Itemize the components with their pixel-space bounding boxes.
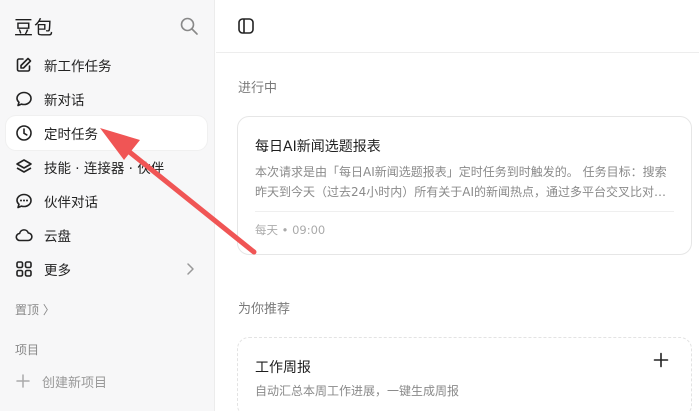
brand-logo-text: 豆包 [14, 17, 55, 39]
sidebar-nav: 新工作任务 新对话 定时任务 技能 · 连接器 · 伙伴 伙伴对话 云盘 更多 [0, 48, 215, 286]
scheduled-task-card[interactable]: 每日AI新闻选题报表 本次请求是由「每日AI新闻选题报表」定时任务到时触发的。 … [237, 116, 692, 255]
sidebar-item-label: 伙伴对话 [44, 195, 98, 211]
task-schedule: 每天 • 09:00 [255, 223, 326, 237]
sidebar-item-partner-chat[interactable]: 伙伴对话 [6, 184, 207, 218]
sidebar-item-cloud-drive[interactable]: 云盘 [6, 218, 207, 252]
search-button[interactable] [179, 16, 199, 36]
sidebar-item-label: 新对话 [44, 93, 85, 109]
recommend-title: 工作周报 [255, 360, 311, 376]
cloud-icon [14, 225, 34, 245]
layers-icon [14, 157, 34, 177]
sidebar-item-more[interactable]: 更多 [6, 252, 207, 286]
in-progress-heading: 进行中 [238, 81, 278, 96]
grid-icon [14, 259, 34, 279]
card-divider [255, 211, 674, 212]
pinned-section-toggle[interactable]: 置顶 〉 [15, 301, 55, 318]
recommend-description: 自动汇总本周工作进展，一键生成周报 [255, 384, 460, 398]
brand-row: 豆包 [0, 0, 215, 50]
task-title: 每日AI新闻选题报表 [255, 139, 381, 155]
sidebar-item-new-task[interactable]: 新工作任务 [6, 48, 207, 82]
chevron-right-icon [183, 261, 197, 277]
recommend-card-weekly-report[interactable]: 工作周报 自动汇总本周工作进展，一键生成周报 [237, 337, 692, 411]
plus-icon [653, 352, 669, 368]
create-project-label: 创建新项目 [42, 375, 108, 391]
chat-dots-icon [14, 191, 34, 211]
main-panel: 进行中 每日AI新闻选题报表 本次请求是由「每日AI新闻选题报表」定时任务到时触… [216, 0, 699, 411]
top-bar [216, 0, 699, 53]
create-project-button[interactable]: 创建新项目 [14, 370, 107, 392]
sidebar-item-skills[interactable]: 技能 · 连接器 · 伙伴 [6, 150, 207, 184]
recommend-heading: 为你推荐 [238, 302, 291, 317]
sidebar-toggle-icon [238, 18, 254, 34]
sidebar-item-label: 更多 [44, 263, 71, 279]
chat-bubble-icon [14, 89, 34, 109]
projects-section-label: 项目 [15, 343, 40, 357]
clock-icon [14, 123, 34, 143]
sidebar-item-label: 定时任务 [44, 127, 98, 143]
search-icon [180, 17, 198, 35]
sidebar-item-label: 新工作任务 [44, 59, 112, 75]
sidebar-item-scheduled-tasks[interactable]: 定时任务 [6, 116, 207, 150]
sidebar-toggle-button[interactable] [236, 16, 256, 36]
plus-icon [16, 374, 30, 388]
sidebar: 豆包 新工作任务 新对话 定时任务 技能 · 连接器 · 伙伴 伙伴对话 云盘 … [0, 0, 215, 411]
edit-icon [14, 55, 34, 75]
sidebar-item-label: 技能 · 连接器 · 伙伴 [44, 161, 165, 177]
add-recommend-button[interactable] [653, 352, 669, 368]
sidebar-item-new-chat[interactable]: 新对话 [6, 82, 207, 116]
task-description-line-1: 本次请求是由「每日AI新闻选题报表」定时任务到时触发的。 任务目标：搜索 [255, 165, 667, 179]
task-description-line-2: 昨天到今天（过去24小时内）所有关于AI的新闻热点，通过多平台交叉比对分… [255, 185, 675, 199]
sidebar-item-label: 云盘 [44, 229, 71, 245]
